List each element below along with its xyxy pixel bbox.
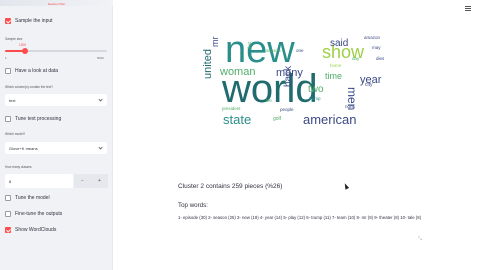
wordcloud-word: back <box>283 65 294 87</box>
slider-max-label: 5000 <box>97 56 104 60</box>
model-value: Glove+K means <box>9 145 38 151</box>
slider-min-label: 1 <box>5 56 7 60</box>
wordcloud-word: home <box>330 63 342 68</box>
model-label: Which model? <box>5 132 26 136</box>
checkbox-unchecked-icon[interactable] <box>5 195 11 201</box>
checkbox-unchecked-icon[interactable] <box>5 211 11 217</box>
wordcloud-word: mr <box>210 36 220 48</box>
wordcloud-word: two <box>308 84 324 95</box>
wordcloud-word: right <box>345 104 354 109</box>
text-column-select[interactable]: text <box>5 94 107 106</box>
checkbox-checked-icon[interactable] <box>5 18 11 24</box>
tune-text-checkbox[interactable]: Tune text processing <box>5 116 61 122</box>
checkbox-unchecked-icon[interactable] <box>5 116 11 122</box>
checkbox-checked-icon[interactable] <box>5 227 11 233</box>
chevron-down-icon <box>98 145 103 150</box>
text-column-label: Which column(s) contain the text? <box>5 85 54 89</box>
increment-button[interactable]: + <box>91 174 108 188</box>
sample-size-value: 1000 <box>19 43 27 47</box>
look-at-data-label: Have a look at data <box>15 68 59 74</box>
wordcloud-image: new world show woman said american state united… <box>200 27 388 135</box>
tune-model-label: Tune the model <box>15 195 50 201</box>
wordcloud-word: time <box>325 71 343 81</box>
wordcloud-word: season <box>266 48 281 53</box>
slider-thumb[interactable] <box>21 47 28 54</box>
top-words-heading: Top words: <box>178 202 208 209</box>
sample-input-label: Sample the input <box>15 18 53 24</box>
wordcloud-word: people <box>280 107 294 112</box>
show-wordclouds-label: Show WordClouds <box>15 227 57 233</box>
wordcloud-word: trump <box>309 96 321 101</box>
sample-size-slider[interactable] <box>5 47 107 54</box>
tune-model-checkbox[interactable]: Tune the model <box>5 195 50 201</box>
wordcloud-word: city <box>365 82 373 88</box>
top-words-list: 1- episode (30) 2- season (25) 3- new (1… <box>178 215 422 220</box>
decrement-button[interactable]: − <box>74 174 91 188</box>
wordcloud-word: first <box>247 41 252 49</box>
n-clusters-label: How many classes <box>5 165 32 169</box>
fine-tune-checkbox[interactable]: Fine-tune the outputs <box>5 211 62 217</box>
resize-handle-icon: ⤡ <box>418 236 423 242</box>
show-wordclouds-checkbox[interactable]: Show WordClouds <box>5 227 56 233</box>
wordcloud-word: day <box>352 56 360 61</box>
n-clusters-input[interactable]: 8 <box>5 174 73 188</box>
chevron-down-icon <box>98 97 103 102</box>
sample-size-label: Sample size <box>5 37 23 41</box>
wordcloud-word: new <box>225 29 295 71</box>
text-column-value: text <box>9 97 16 103</box>
n-clusters-value: 8 <box>9 178 12 184</box>
wordcloud-word: amazon <box>364 35 381 40</box>
wordcloud-word: life <box>266 98 272 103</box>
wordcloud-word: one <box>296 48 304 53</box>
look-at-data-checkbox[interactable]: Have a look at data <box>5 68 58 74</box>
wordcloud-word: said <box>330 38 349 49</box>
wordcloud-word: president <box>222 106 241 111</box>
wordcloud-word: dies <box>376 56 385 61</box>
cluster-summary: Cluster 2 contains 259 pieces (%26) <box>178 183 283 190</box>
sidebar: Session Plan Sample the input Sample siz… <box>0 0 113 270</box>
sidebar-top-link[interactable]: Session Plan <box>0 2 113 6</box>
sample-input-checkbox[interactable]: Sample the input <box>5 18 53 24</box>
wordcloud-word: state <box>223 112 252 127</box>
fine-tune-label: Fine-tune the outputs <box>15 211 63 217</box>
wordcloud-word: woman <box>220 66 256 78</box>
wordcloud-word: american <box>303 112 357 127</box>
wordcloud-word: may <box>372 45 381 50</box>
hamburger-menu-icon[interactable] <box>465 6 471 11</box>
tune-text-label: Tune text processing <box>15 116 62 122</box>
checkbox-unchecked-icon[interactable] <box>5 68 11 74</box>
wordcloud-word: united <box>202 49 214 79</box>
app-window: Session Plan Sample the input Sample siz… <box>0 0 480 270</box>
wordcloud-word: golf <box>273 116 282 122</box>
model-select[interactable]: Glove+K means <box>5 142 107 154</box>
